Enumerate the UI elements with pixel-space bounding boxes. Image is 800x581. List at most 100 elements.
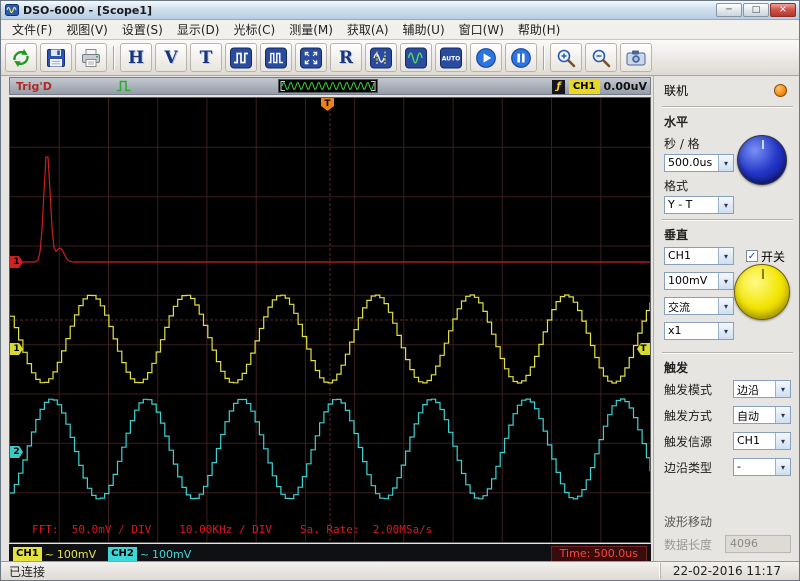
ch1-badge: CH1 [13,547,42,561]
menu-view[interactable]: 视图(V) [59,19,115,40]
dropdown-arrow-icon[interactable]: ▾ [775,381,790,397]
trigger-mode-value: 边沿 [737,384,759,397]
edge-type-row: 边沿类型 - ▾ [664,458,791,476]
connect-button[interactable] [5,43,37,72]
ch1-chip[interactable]: CH1 ~ 100mV [13,547,96,561]
stop-button[interactable] [505,43,537,72]
divider [662,219,793,221]
zoom-in-button[interactable] [550,43,582,72]
fft-readout: FFT: 50.0mV / DIV 10.00KHz / DIV Sa. Rat… [32,523,460,536]
connect-icon [10,47,32,69]
close-button[interactable]: × [770,3,796,17]
ch2-badge: CH2 [108,547,137,561]
checkbox-check-icon: ✓ [746,250,758,262]
channel-select[interactable]: CH1 ▾ [664,247,734,265]
menu-window[interactable]: 窗口(W) [452,19,511,40]
zoom-out-button[interactable] [585,43,617,72]
menu-measure[interactable]: 测量(M) [282,19,340,40]
single-wave-button[interactable] [225,43,257,72]
main-area: Trig'D ƒ CH1 0.00uV 112TT FFT: 50.0mV / … [1,76,799,561]
menu-display[interactable]: 显示(D) [170,19,227,40]
trigger-source-row: 触发信源 CH1 ▾ [664,432,791,450]
channel-value: CH1 [668,249,691,262]
trigger-setup-button[interactable]: T [190,43,222,72]
format-value: Y - T [668,198,693,211]
trigger-method-select[interactable]: 自动 ▾ [733,406,791,424]
ch2-chip[interactable]: CH2 ~ 100mV [108,547,191,561]
data-length-field[interactable]: 4096 [725,535,791,553]
fft-freq-label: 10.00KHz / DIV [179,523,272,536]
zoom-out-icon [590,47,612,69]
start-button[interactable] [470,43,502,72]
menu-cursor[interactable]: 光标(C) [226,19,282,40]
sec-per-div-select[interactable]: 500.0us ▾ [664,154,734,172]
dropdown-arrow-icon[interactable]: ▾ [718,298,733,314]
titlebar: DSO-6000 - [Scope1] ─ □ × [1,1,799,20]
double-square-wave-icon [265,47,287,69]
run-button[interactable]: R [330,43,362,72]
cursor-measure-button[interactable] [365,43,397,72]
dropdown-arrow-icon[interactable]: ▾ [718,248,733,264]
dropdown-arrow-icon[interactable]: ▾ [775,433,790,449]
sec-per-div-value: 500.0us [668,156,713,169]
ch1-scale-value: 100mV [56,547,97,561]
menu-help[interactable]: 帮助(H) [511,19,567,40]
autoset-button[interactable]: AUTO [435,43,467,72]
auto-icon: AUTO [440,47,462,69]
trigger-readout: ƒ CH1 0.00uV [552,79,647,94]
menu-utility[interactable]: 辅助(U) [396,19,452,40]
trigger-source-select[interactable]: CH1 ▾ [733,432,791,450]
wave-move-section: 波形移动 数据长度 4096 [662,511,793,555]
app-window: DSO-6000 - [Scope1] ─ □ × 文件(F) 视图(V) 设置(S… [0,0,800,581]
trigger-mode-row: 触发模式 边沿 ▾ [664,380,791,398]
dropdown-arrow-icon[interactable]: ▾ [718,155,733,171]
freq-symbol-icon: ƒ [552,79,565,94]
waveform-preview[interactable] [278,79,378,93]
save-icon [45,47,67,69]
dropdown-arrow-icon[interactable]: ▾ [718,273,733,289]
print-icon [80,47,102,69]
menu-settings[interactable]: 设置(S) [115,19,170,40]
time-scale-chip: Time: 500.0us [550,546,647,561]
horizontal-setup-button-label: H [127,47,145,68]
menu-file[interactable]: 文件(F) [5,19,59,40]
online-indicator-led[interactable] [774,84,787,97]
menu-acquire[interactable]: 获取(A) [340,19,396,40]
vertical-setup-button[interactable]: V [155,43,187,72]
toolbar-separator [113,45,114,70]
vertical-position-knob[interactable] [734,264,790,320]
window-title: DSO-6000 - [Scope1] [23,3,153,17]
probe-select[interactable]: x1 ▾ [664,322,734,340]
coupling-select[interactable]: 交流 ▾ [664,297,734,315]
horizontal-title: 水平 [664,115,689,129]
vertical-setup-button-label: V [164,47,178,68]
trigger-method-value: 自动 [737,410,759,423]
volts-per-div-select[interactable]: 100mV ▾ [664,272,734,290]
online-row: 联机 [662,80,793,103]
horizontal-setup-button[interactable]: H [120,43,152,72]
dropdown-arrow-icon[interactable]: ▾ [718,197,733,213]
dropdown-arrow-icon[interactable]: ▾ [775,459,790,475]
channel-switch-checkbox[interactable]: ✓ 开关 [746,248,785,265]
waveform-button[interactable] [400,43,432,72]
datetime-label: 22-02-2016 11:17 [659,563,791,579]
trigger-mode-select[interactable]: 边沿 ▾ [733,380,791,398]
print-button[interactable] [75,43,107,72]
scope-display[interactable]: 112TT FFT: 50.0mV / DIV 10.00KHz / DIV S… [9,97,651,543]
zoom-in-icon [555,47,577,69]
dropdown-arrow-icon[interactable]: ▾ [775,407,790,423]
dropdown-arrow-icon[interactable]: ▾ [718,323,733,339]
maximize-button[interactable]: □ [743,3,769,17]
snapshot-button[interactable] [620,43,652,72]
toolbar: H V T R AUTO [1,40,799,76]
edge-type-select[interactable]: - ▾ [733,458,791,476]
horizontal-position-knob[interactable] [737,135,787,185]
dual-wave-button[interactable] [260,43,292,72]
format-select[interactable]: Y - T ▾ [664,196,734,214]
coupling-value: 交流 [668,301,690,314]
trigger-level-value: 0.00uV [603,80,647,93]
trigger-method-row: 触发方式 自动 ▾ [664,406,791,424]
save-button[interactable] [40,43,72,72]
zoom-window-button[interactable] [295,43,327,72]
minimize-button[interactable]: ─ [716,3,742,17]
